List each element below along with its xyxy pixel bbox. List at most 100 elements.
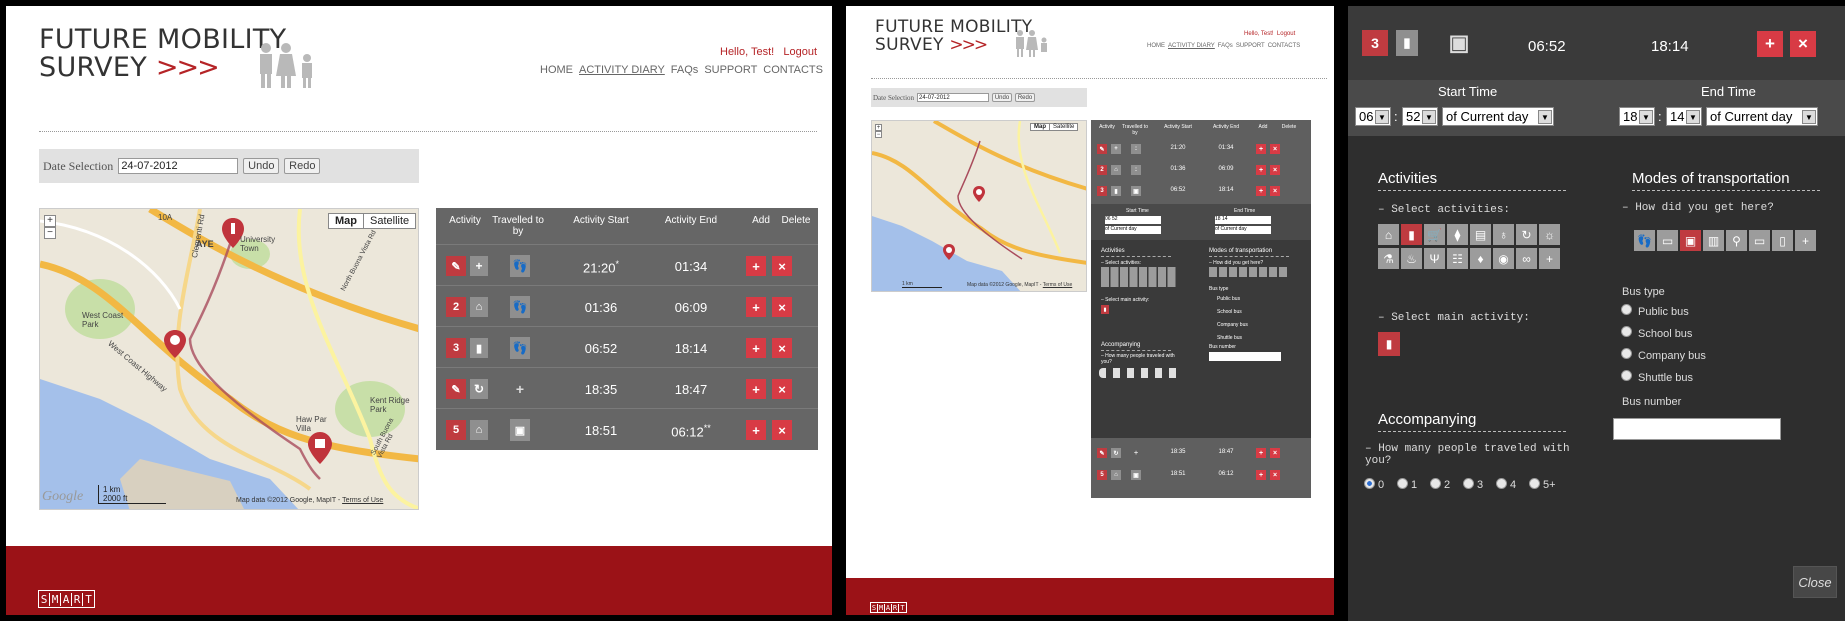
row3-end-time[interactable]: 18:14 <box>646 341 736 356</box>
loop-icon[interactable]: ↻ <box>1111 448 1121 458</box>
bus-type-public[interactable]: Public bus <box>1217 296 1240 302</box>
undo-button[interactable]: Undo <box>992 93 1013 102</box>
nav-activity-diary[interactable]: ACTIVITY DIARY <box>1168 43 1215 49</box>
bicycle-icon[interactable]: ⚲ <box>1726 230 1747 251</box>
walk-icon[interactable]: : <box>1131 165 1141 175</box>
start-time-select[interactable]: 06 52 <box>1105 216 1161 224</box>
bus-icon[interactable]: ▣ <box>1446 28 1472 58</box>
row1-add-button[interactable]: + <box>746 256 766 276</box>
bus-icon[interactable]: ▣ <box>1131 470 1141 480</box>
row1-start[interactable]: 21:20* <box>556 259 646 275</box>
bus-icon[interactable]: ▣ <box>510 419 530 441</box>
work-icon[interactable]: ▮ <box>1396 30 1418 56</box>
start-hour-select[interactable]: 06 ▼ <box>1355 107 1391 126</box>
personal-icon[interactable]: ♦ <box>1470 248 1491 269</box>
people-radio-1[interactable] <box>1397 478 1408 489</box>
satellite-view-button[interactable]: Satellite <box>364 214 415 228</box>
site-logo[interactable]: FUTURE MOBILITY SURVEY >>> <box>39 25 286 83</box>
start-min-select[interactable]: 52 ▼ <box>1402 107 1438 126</box>
row2-number-badge[interactable]: 2 <box>1097 165 1107 175</box>
row2-end-time[interactable]: 06:09 <box>1203 166 1249 172</box>
people-radio-2[interactable] <box>1430 478 1441 489</box>
undo-button[interactable]: Undo <box>243 158 280 174</box>
tram-icon[interactable]: ▯ <box>1772 230 1793 251</box>
food-icon[interactable]: ♨ <box>1401 248 1422 269</box>
more-icon[interactable]: + <box>1539 248 1560 269</box>
end-time-display[interactable]: 18:14 <box>1651 38 1689 55</box>
more-icon[interactable]: + <box>1795 230 1816 251</box>
nav-activity-diary[interactable]: ACTIVITY DIARY <box>579 64 665 76</box>
row1-end-time[interactable]: 01:34 <box>646 259 736 274</box>
row4-delete-button[interactable]: × <box>1270 448 1280 458</box>
row2-start-time[interactable]: 01:36 <box>1155 166 1201 172</box>
people-radio-group[interactable] <box>1099 368 1183 378</box>
flask-icon[interactable]: ⚗ <box>1378 248 1399 269</box>
row4-start-time[interactable]: 18:35 <box>1155 449 1201 455</box>
people-radio-3[interactable] <box>1463 478 1474 489</box>
nav-home[interactable]: HOME <box>1147 43 1165 49</box>
add-activity-icon[interactable]: + <box>470 256 488 276</box>
row1-delete-button[interactable]: × <box>1270 144 1280 154</box>
row1-add-button[interactable]: + <box>1256 144 1266 154</box>
row3-number-badge[interactable]: 3 <box>446 338 466 358</box>
row5-add-button[interactable]: + <box>746 420 766 440</box>
bus-icon[interactable]: ▣ <box>1131 186 1141 196</box>
map-marker[interactable] <box>972 185 986 203</box>
map-view-button[interactable]: Map <box>1031 124 1050 130</box>
bus-type-radio-shuttle[interactable] <box>1621 370 1632 381</box>
redo-button[interactable]: Redo <box>1015 93 1036 102</box>
view-icon[interactable]: ◉ <box>1493 248 1514 269</box>
family-icon[interactable]: ☷ <box>1447 248 1468 269</box>
row4-delete-button[interactable]: × <box>772 379 792 399</box>
row3-start-time[interactable]: 06:52 <box>556 341 646 356</box>
bus-type-shuttle[interactable]: Shuttle bus <box>1217 335 1242 341</box>
row5-end-time[interactable]: 06:12 <box>1203 471 1249 477</box>
row3-add-button[interactable]: + <box>746 338 766 358</box>
main-activity-work-icon[interactable]: ▮ <box>1101 305 1109 314</box>
multi-activity-icon[interactable]: ✎ <box>446 379 466 399</box>
add-button[interactable]: + <box>1757 31 1783 57</box>
row1-delete-button[interactable]: × <box>772 256 792 276</box>
row4-add-button[interactable]: + <box>746 379 766 399</box>
bus-type-radio-school[interactable] <box>1621 326 1632 337</box>
zoom-in-button[interactable]: + <box>875 124 882 131</box>
row3-number-badge[interactable]: 3 <box>1097 186 1107 196</box>
nav-support[interactable]: SUPPORT <box>1236 43 1265 49</box>
shop-icon[interactable]: 🛒 <box>1424 224 1445 245</box>
end-min-select[interactable]: 14 ▼ <box>1666 107 1702 126</box>
multi-activity-icon[interactable]: ✎ <box>1097 144 1107 154</box>
bus-number-input[interactable] <box>1209 352 1281 361</box>
bus-type-school[interactable]: School bus <box>1217 309 1242 315</box>
row5-number-badge[interactable]: 5 <box>1097 470 1107 480</box>
end-day-select[interactable]: of Current day <box>1215 226 1271 234</box>
loop-icon[interactable]: ↻ <box>1516 224 1537 245</box>
terms-of-use-link[interactable]: Terms of Use <box>342 497 383 504</box>
row2-add-button[interactable]: + <box>746 297 766 317</box>
map-marker-1-2[interactable] <box>305 431 335 465</box>
date-input[interactable]: 24-07-2012 <box>118 158 239 174</box>
delete-button[interactable]: × <box>1790 31 1816 57</box>
end-day-select[interactable]: of Current day ▼ <box>1706 107 1818 126</box>
bus-type-radio-public[interactable] <box>1621 304 1632 315</box>
map-marker-4[interactable] <box>163 329 187 359</box>
row3-start-time[interactable]: 06:52 <box>1155 187 1201 193</box>
nav-contacts[interactable]: CONTACTS <box>1268 43 1301 49</box>
row3-delete-button[interactable]: × <box>772 338 792 358</box>
row2-number-badge[interactable]: 2 <box>446 297 466 317</box>
main-activity-work-icon[interactable]: ▮ <box>1378 332 1400 356</box>
loop-icon[interactable]: ↻ <box>470 379 488 399</box>
row3-end-time[interactable]: 18:14 <box>1203 187 1249 193</box>
nav-faqs[interactable]: FAQs <box>671 64 699 76</box>
site-logo[interactable]: FUTURE MOBILITY SURVEY >>> <box>875 18 1032 55</box>
row4-add-button[interactable]: + <box>1256 448 1266 458</box>
bus-number-input[interactable] <box>1613 418 1781 440</box>
route-map[interactable]: Map Satellite + − 1 km Map data ©2012 Go… <box>871 120 1087 292</box>
logout-link[interactable]: Logout <box>783 46 817 58</box>
row5-start-time[interactable]: 18:51 <box>556 423 646 438</box>
home-icon[interactable]: ⌂ <box>1111 470 1121 480</box>
add-icon[interactable]: + <box>510 378 530 400</box>
people-radio-4[interactable] <box>1496 478 1507 489</box>
row2-delete-button[interactable]: × <box>772 297 792 317</box>
work-icon[interactable]: ▮ <box>1111 186 1121 196</box>
walk-icon[interactable]: 👣 <box>1634 230 1655 251</box>
